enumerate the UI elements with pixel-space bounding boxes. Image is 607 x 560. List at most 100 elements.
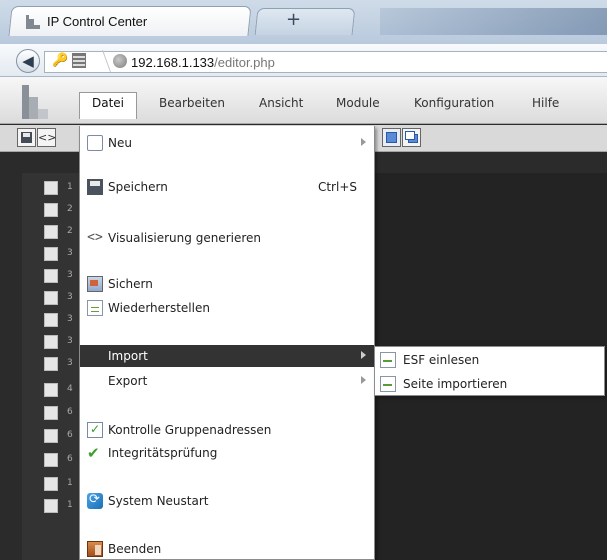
list-item[interactable]: 4 — [22, 379, 82, 401]
page-checkbox[interactable] — [44, 429, 58, 443]
menu-module[interactable]: Module — [336, 96, 380, 110]
import-page-icon — [380, 376, 396, 392]
list-item[interactable]: 1 — [22, 473, 82, 495]
list-item[interactable]: 2 — [22, 221, 82, 243]
list-item[interactable]: 2 — [22, 199, 82, 221]
back-button[interactable]: ◀ — [16, 49, 40, 73]
app-logo-icon — [22, 85, 48, 119]
list-item[interactable]: 6 — [22, 425, 82, 447]
menu-datei[interactable]: Datei — [79, 92, 138, 119]
menu-item-system-neustart[interactable]: System Neustart — [80, 490, 374, 512]
page-checkbox[interactable] — [44, 453, 58, 467]
page-number: 6 — [67, 407, 73, 417]
restore-icon — [87, 300, 103, 316]
toolbar-layer-button[interactable] — [382, 128, 401, 147]
page-number: 1 — [67, 478, 73, 488]
menu-item-label: Import — [108, 349, 148, 363]
menu-hilfe[interactable]: Hilfe — [532, 96, 559, 110]
datei-dropdown-menu: Neu Speichern Ctrl+S <> Visualisierung g… — [79, 126, 375, 560]
page-checkbox[interactable] — [44, 225, 58, 239]
submenu-item-esf-einlesen[interactable]: ESF einlesen — [375, 348, 604, 372]
page-checkbox[interactable] — [44, 291, 58, 305]
page-checkbox[interactable] — [44, 203, 58, 217]
page-checkbox[interactable] — [44, 247, 58, 261]
page-number: 3 — [67, 248, 73, 258]
menu-item-integritaet[interactable]: ✔ Integritätsprüfung — [80, 442, 374, 464]
menu-item-visualisierung[interactable]: <> Visualisierung generieren — [80, 227, 374, 249]
menu-item-label: Neu — [108, 136, 132, 150]
list-item[interactable]: 1 — [22, 177, 82, 199]
checklist-icon — [87, 422, 103, 438]
list-item[interactable]: 1 — [22, 495, 82, 517]
menu-item-beenden[interactable]: Beenden — [80, 538, 374, 560]
menu-item-speichern[interactable]: Speichern Ctrl+S — [80, 176, 374, 198]
toolbar-generate-button[interactable]: <> — [37, 128, 56, 147]
page-number: 3 — [67, 292, 73, 302]
layer-icon — [386, 132, 397, 143]
save-disk-icon — [21, 132, 32, 143]
list-item[interactable]: 6 — [22, 449, 82, 471]
page-checkbox[interactable] — [44, 335, 58, 349]
toolbar-layer-back-button[interactable] — [402, 128, 421, 147]
page-checkbox[interactable] — [44, 269, 58, 283]
menu-item-export[interactable]: Export — [80, 370, 374, 392]
url-text[interactable]: 192.168.1.133/editor.php — [131, 55, 275, 70]
back-arrow-icon: ◀ — [22, 52, 34, 70]
page-checkbox[interactable] — [44, 499, 58, 513]
toolbar-save-button[interactable] — [17, 128, 36, 147]
menu-ansicht[interactable]: Ansicht — [259, 96, 303, 110]
menu-item-label: Kontrolle Gruppenadressen — [108, 423, 272, 437]
menu-item-kontrolle[interactable]: Kontrolle Gruppenadressen — [80, 419, 374, 441]
url-host: 192.168.1.133 — [131, 55, 215, 70]
page-checkbox[interactable] — [44, 357, 58, 371]
page-checkbox[interactable] — [44, 181, 58, 195]
backup-icon — [87, 276, 103, 292]
menu-item-wiederherstellen[interactable]: Wiederherstellen — [80, 297, 374, 319]
code-icon: <> — [38, 131, 57, 144]
plus-icon[interactable]: + — [286, 9, 301, 30]
submenu-item-seite-importieren[interactable]: Seite importieren — [375, 372, 604, 396]
page-checkbox[interactable] — [44, 406, 58, 420]
page-number: 3 — [67, 358, 73, 368]
menu-konfiguration[interactable]: Konfiguration — [414, 96, 494, 110]
page-checkbox[interactable] — [44, 313, 58, 327]
list-item[interactable]: 3 — [22, 331, 82, 353]
page-number: 3 — [67, 270, 73, 280]
list-item[interactable]: 3 — [22, 353, 82, 375]
menu-bearbeiten[interactable]: Bearbeiten — [159, 96, 225, 110]
menu-item-label: System Neustart — [108, 494, 209, 508]
tab-bar-background — [380, 8, 607, 35]
list-item[interactable]: 3 — [22, 309, 82, 331]
list-item[interactable]: 3 — [22, 243, 82, 265]
url-input[interactable] — [44, 51, 607, 73]
page-checkbox[interactable] — [44, 477, 58, 491]
page-checkbox[interactable] — [44, 383, 58, 397]
page-info-icon[interactable] — [72, 53, 86, 68]
menu-item-sichern[interactable]: Sichern — [80, 273, 374, 295]
page-number: 6 — [67, 430, 73, 440]
new-page-icon — [87, 135, 103, 151]
list-item[interactable]: 6 — [22, 402, 82, 424]
page-number: 4 — [67, 384, 73, 394]
page-number: 2 — [67, 226, 73, 236]
menu-item-label: Beenden — [108, 542, 162, 556]
page-number: 3 — [67, 336, 73, 346]
list-item[interactable]: 3 — [22, 287, 82, 309]
layer-front-icon — [405, 131, 415, 140]
browser-tab-content: IP Control Center — [26, 14, 147, 29]
menu-item-import[interactable]: Import — [80, 345, 374, 367]
browser-nav-bar: ◀ 🔑 192.168.1.133/editor.php — [0, 44, 607, 77]
menu-item-label: Visualisierung generieren — [108, 231, 261, 245]
page-number: 3 — [67, 314, 73, 324]
menu-item-shortcut: Ctrl+S — [317, 180, 357, 194]
key-icon[interactable]: 🔑 — [52, 53, 68, 68]
menu-item-label: Export — [108, 374, 148, 388]
submenu-item-label: Seite importieren — [403, 377, 508, 391]
menu-item-label: Sichern — [108, 277, 153, 291]
menu-item-label: Integritätsprüfung — [108, 446, 218, 460]
list-item[interactable]: 3 — [22, 265, 82, 287]
submenu-arrow-icon — [361, 138, 366, 146]
new-tab-button[interactable] — [254, 8, 356, 35]
app-favicon-icon — [26, 14, 40, 29]
menu-item-neu[interactable]: Neu — [80, 132, 374, 154]
